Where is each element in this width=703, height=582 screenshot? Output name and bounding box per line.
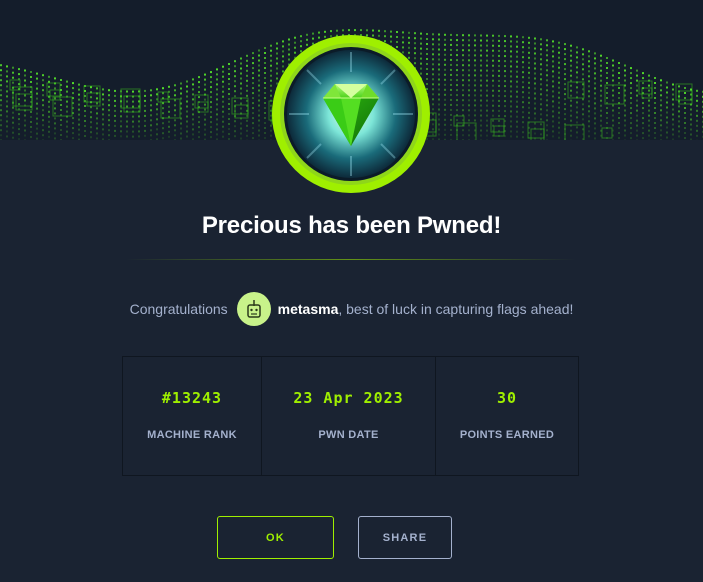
emerald-gem-icon — [272, 35, 430, 193]
stats-panel: #13243 MACHINE RANK 23 Apr 2023 PWN DATE… — [122, 356, 579, 476]
ok-button[interactable]: OK — [217, 516, 334, 559]
page-title: Precious has been Pwned! — [201, 212, 502, 239]
congrats-message: Congratulations metasma , best of luck i… — [0, 292, 703, 326]
machine-rank-label: MACHINE RANK — [147, 429, 237, 441]
user-avatar-icon[interactable] — [236, 292, 271, 326]
stat-machine-rank: #13243 MACHINE RANK — [123, 357, 262, 475]
pwn-date-label: PWN DATE — [318, 429, 379, 441]
share-button[interactable]: SHARE — [358, 516, 452, 559]
pwn-date-value: 23 Apr 2023 — [293, 389, 404, 407]
pwned-badge — [271, 34, 431, 194]
congrats-suffix: , best of luck in capturing flags ahead! — [338, 301, 574, 317]
username-link[interactable]: metasma — [278, 301, 339, 317]
points-earned-value: 30 — [496, 389, 518, 407]
stat-points-earned: 30 POINTS EARNED — [436, 357, 578, 475]
title-divider — [126, 259, 576, 260]
machine-rank-value: #13243 — [161, 389, 223, 407]
stat-pwn-date: 23 Apr 2023 PWN DATE — [262, 357, 436, 475]
avatar-glyph — [246, 300, 261, 318]
congrats-prefix: Congratulations — [129, 301, 228, 317]
points-earned-label: POINTS EARNED — [459, 429, 555, 441]
